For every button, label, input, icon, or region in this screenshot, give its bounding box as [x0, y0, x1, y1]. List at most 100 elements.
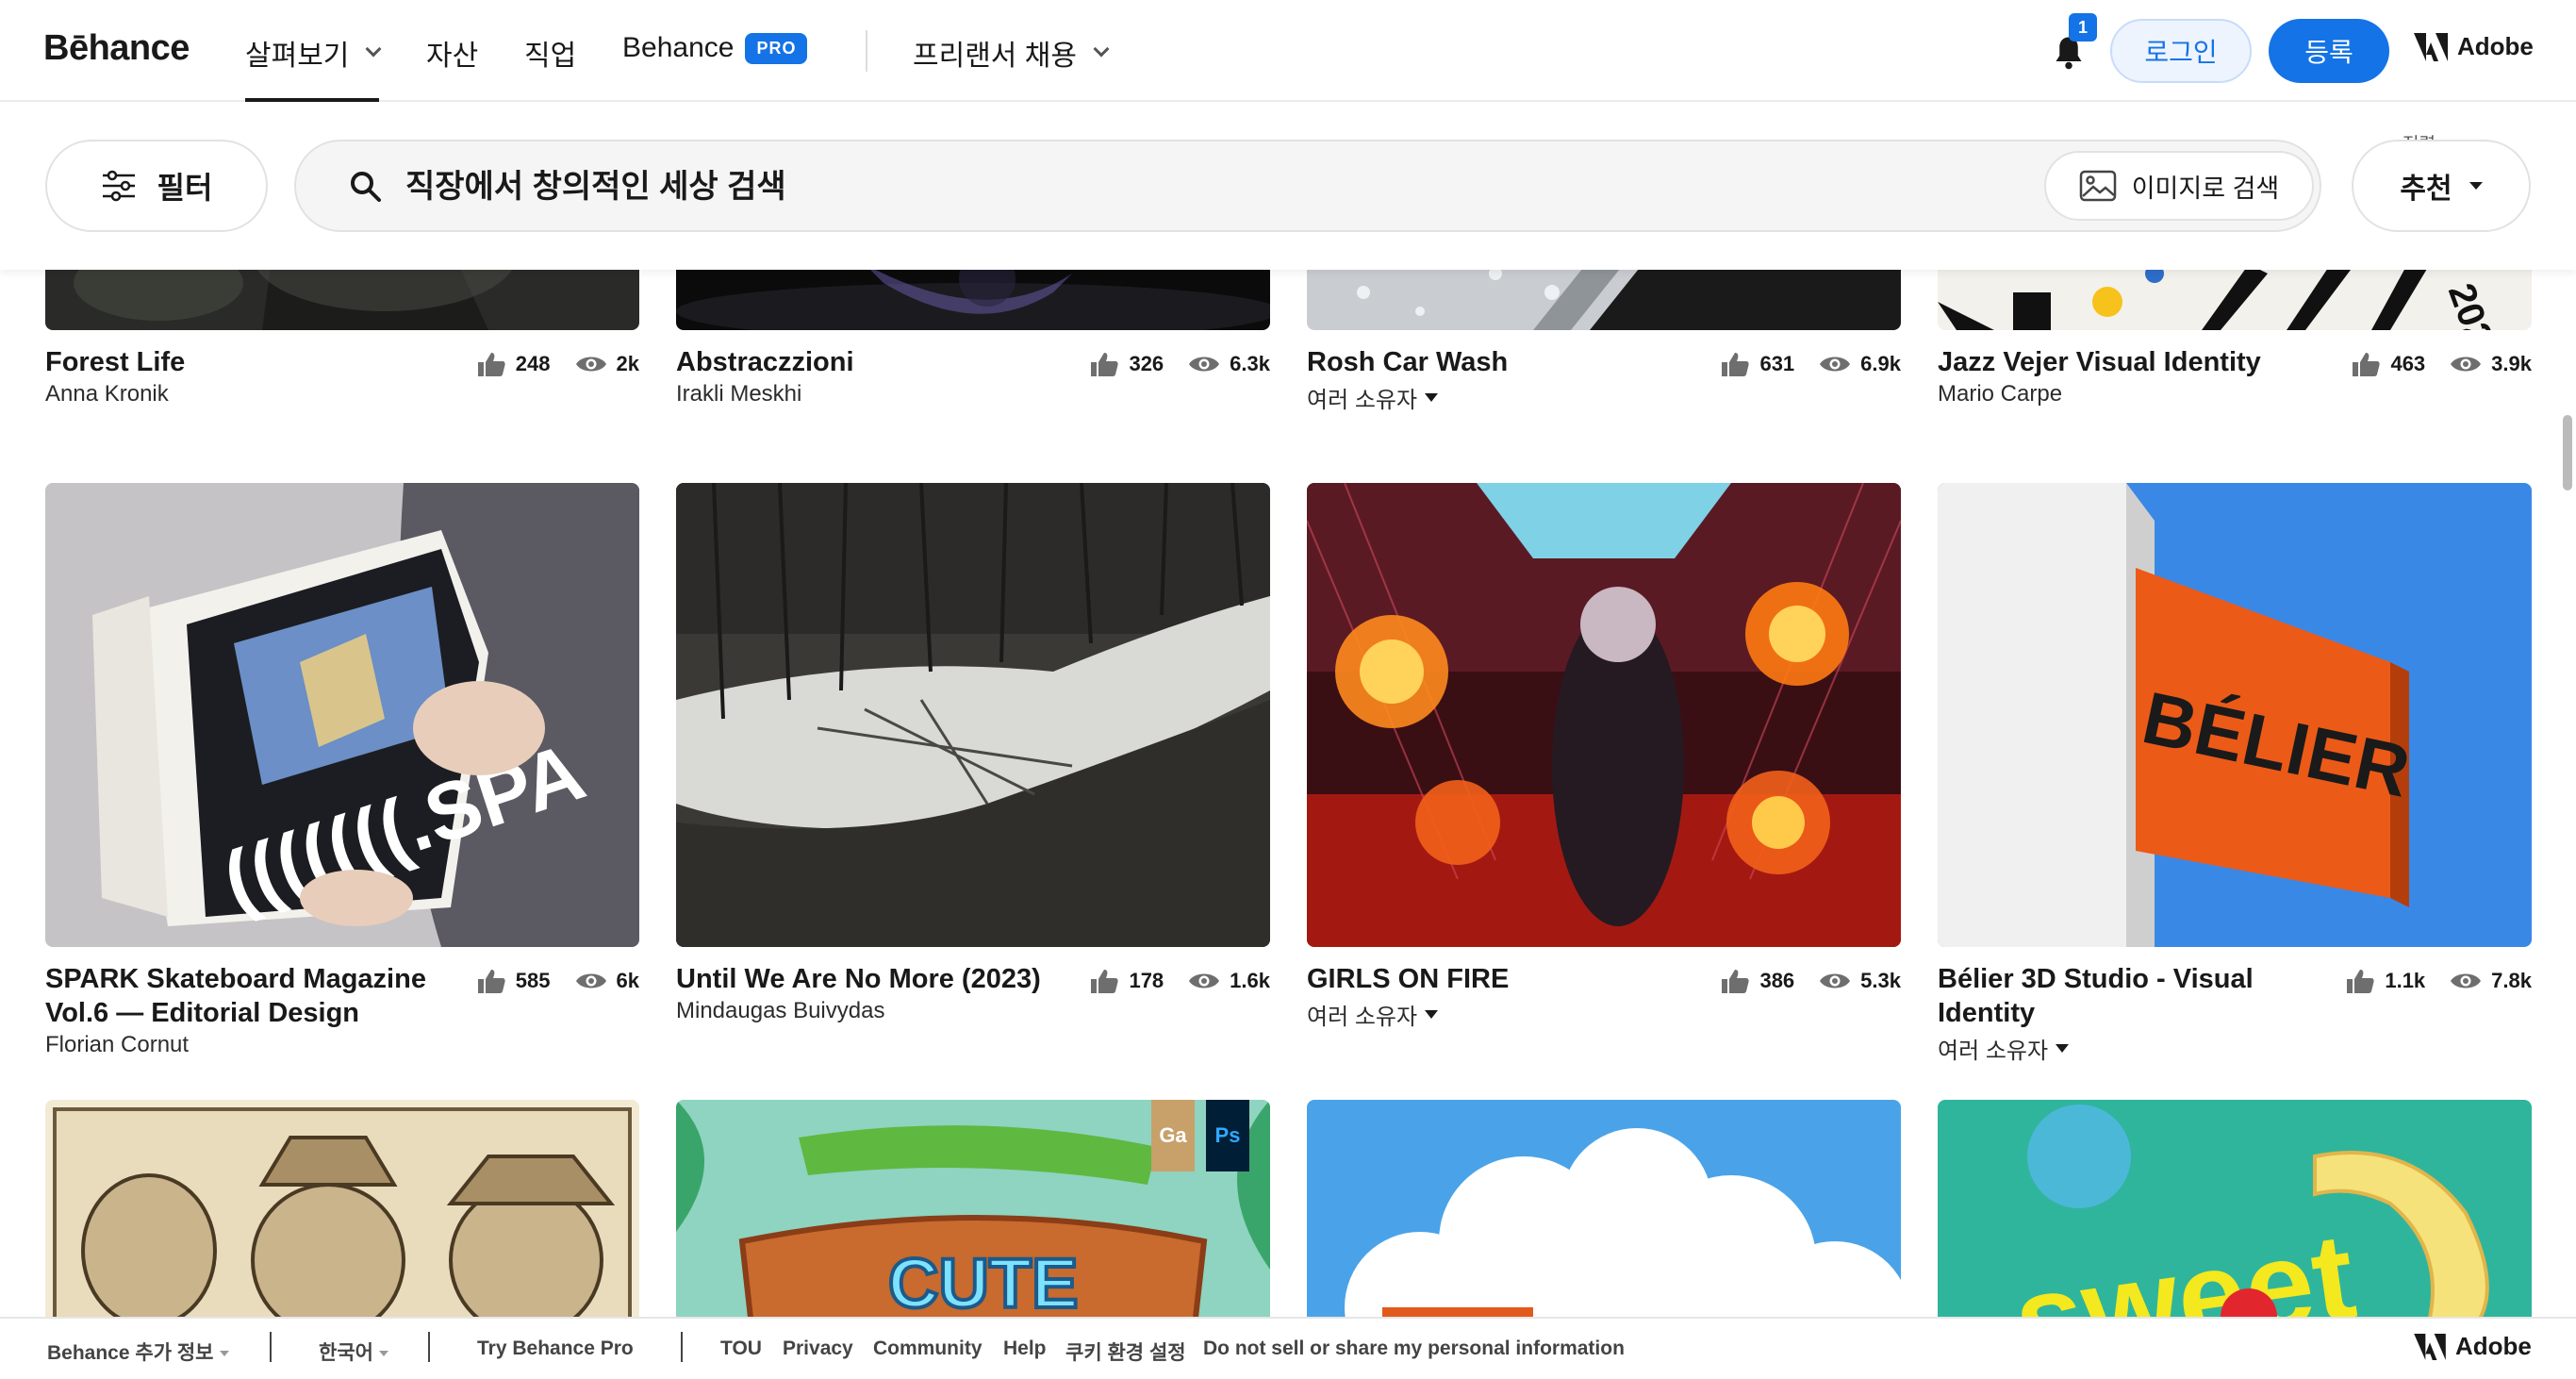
eye-icon: [2451, 357, 2482, 372]
project-stats: 463 3.9k: [2351, 351, 2532, 377]
nav-assets[interactable]: 자산: [426, 32, 478, 74]
project-title[interactable]: Rosh Car Wash: [1307, 345, 1508, 379]
project-stats: 178 1.6k: [1089, 968, 1270, 994]
project-title[interactable]: Abstraczzioni: [676, 345, 854, 379]
project-thumbnail[interactable]: (((((((.SPA: [45, 483, 639, 947]
likes-stat: 386: [1720, 968, 1794, 994]
footer-adobe-link[interactable]: Adobe: [2414, 1332, 2532, 1361]
project-thumbnail[interactable]: [1307, 1100, 1901, 1326]
project-image: sweet: [1938, 1100, 2532, 1326]
likes-stat: 631: [1720, 351, 1794, 377]
likes-count: 386: [1759, 969, 1795, 992]
eye-icon: [2451, 973, 2482, 989]
project-owner[interactable]: Mindaugas Buivydas: [676, 998, 884, 1024]
project-thumbnail[interactable]: sweet: [1938, 1100, 2532, 1326]
project-thumbnail[interactable]: [1307, 483, 1901, 947]
project-owner-dropdown[interactable]: 여러 소유자: [1307, 998, 1439, 1031]
login-button[interactable]: 로그인: [2110, 19, 2252, 83]
footer-adobe-label: Adobe: [2455, 1332, 2532, 1360]
behance-logo[interactable]: Bēhance: [43, 28, 190, 69]
project-thumbnail[interactable]: [45, 1100, 639, 1326]
likes-count: 1.1k: [2385, 969, 2426, 992]
project-owner[interactable]: Mario Carpe: [1938, 381, 2062, 407]
likes-stat: 585: [476, 968, 551, 994]
views-count: 6.9k: [1860, 352, 1901, 375]
project-owner-dropdown[interactable]: 여러 소유자: [1307, 381, 1439, 414]
search-icon: [351, 172, 381, 202]
eye-icon: [1820, 973, 1851, 989]
project-title[interactable]: Jazz Vejer Visual Identity: [1938, 345, 2261, 379]
eye-icon: [1189, 357, 1220, 372]
views-stat: 5.3k: [1819, 969, 1901, 993]
footer-link-help[interactable]: Help: [1003, 1337, 1047, 1360]
signup-button[interactable]: 등록: [2269, 19, 2389, 83]
project-thumbnail[interactable]: BÉLIER: [1938, 483, 2532, 947]
footer-language-select[interactable]: 한국어: [319, 1337, 388, 1366]
footer-try-pro-link[interactable]: Try Behance Pro: [477, 1337, 634, 1360]
likes-stat: 326: [1089, 351, 1164, 377]
notification-count-badge: 1: [2069, 13, 2097, 42]
sort-value: 추천: [2400, 174, 2452, 205]
pro-badge: PRO: [745, 32, 808, 64]
nav-hire-label: 프리랜서 채용: [913, 41, 1077, 72]
views-count: 2k: [616, 352, 639, 375]
footer-link-do-not-sell[interactable]: Do not sell or share my personal informa…: [1203, 1337, 1625, 1360]
caret-down-icon: [2469, 182, 2483, 190]
project-image: [1307, 1100, 1901, 1326]
project-stats: 631 6.9k: [1720, 351, 1901, 377]
project-title[interactable]: Bélier 3D Studio - Visual Identity: [1938, 962, 2254, 1030]
project-thumbnail[interactable]: CUTE Ga Ps: [676, 1100, 1270, 1326]
views-count: 5.3k: [1860, 969, 1901, 992]
project-thumbnail[interactable]: [676, 483, 1270, 947]
image-search-button[interactable]: 이미지로 검색: [2044, 151, 2314, 221]
adobe-link[interactable]: Adobe: [2414, 32, 2534, 61]
nav-behance-pro[interactable]: Behance PRO: [622, 32, 808, 64]
image-icon: [2079, 170, 2116, 202]
project-owner[interactable]: Anna Kronik: [45, 381, 169, 407]
eye-icon: [1820, 357, 1851, 372]
project-stats: 1.1k 7.8k: [2345, 968, 2532, 994]
project-title[interactable]: Forest Life: [45, 345, 185, 379]
project-owner[interactable]: Irakli Meskhi: [676, 381, 801, 407]
cute-sign-text: CUTE: [888, 1244, 1078, 1322]
project-image: [676, 483, 1270, 947]
thumbs-up-icon: [477, 353, 505, 376]
tool-badge-label: Ps: [1214, 1123, 1241, 1147]
project-stats: 585 6k: [476, 968, 639, 994]
page-scrollbar[interactable]: [2563, 415, 2572, 490]
project-title[interactable]: SPARK Skateboard Magazine Vol.6 — Editor…: [45, 962, 426, 1030]
owner-name: Mario Carpe: [1938, 381, 2063, 407]
owner-name: Mindaugas Buivydas: [676, 998, 885, 1023]
views-stat: 6k: [575, 969, 639, 993]
footer-link-tou[interactable]: TOU: [720, 1337, 762, 1360]
filter-button[interactable]: 필터: [45, 140, 268, 232]
likes-count: 463: [2390, 352, 2426, 375]
thumbs-up-icon: [1722, 970, 1750, 993]
tool-badge-label: Ga: [1159, 1123, 1187, 1147]
search-input[interactable]: [405, 160, 2008, 213]
views-count: 6k: [616, 969, 639, 992]
likes-stat: 248: [476, 351, 551, 377]
thumbs-up-icon: [1091, 970, 1119, 993]
footer-link-community[interactable]: Community: [873, 1337, 983, 1360]
project-owner-dropdown[interactable]: 여러 소유자: [1938, 1032, 2070, 1065]
footer-more-info[interactable]: Behance 추가 정보: [47, 1337, 229, 1366]
sort-dropdown[interactable]: 추천: [2352, 140, 2531, 232]
project-title-line: Bélier 3D Studio - Visual: [1938, 964, 2254, 994]
search-toolbar: 필터 이미지로 검색 정렬 추천: [0, 102, 2576, 270]
project-title-line: Identity: [1938, 998, 2036, 1028]
search-field[interactable]: 이미지로 검색: [294, 140, 2321, 232]
footer-divider: [270, 1332, 272, 1362]
footer-link-privacy[interactable]: Privacy: [783, 1337, 853, 1360]
likes-count: 585: [515, 969, 551, 992]
nav-explore[interactable]: 살펴보기: [245, 32, 382, 102]
nav-hire-freelancers[interactable]: 프리랜서 채용: [913, 32, 1110, 74]
project-title[interactable]: GIRLS ON FIRE: [1307, 962, 1509, 996]
nav-jobs[interactable]: 직업: [524, 32, 576, 74]
footer-link-cookie-settings[interactable]: 쿠키 환경 설정: [1065, 1337, 1186, 1366]
project-owner[interactable]: Florian Cornut: [45, 1032, 189, 1058]
image-search-label: 이미지로 검색: [2131, 174, 2280, 203]
owner-name: Florian Cornut: [45, 1032, 190, 1057]
project-stats: 248 2k: [476, 351, 639, 377]
project-title[interactable]: Until We Are No More (2023): [676, 962, 1041, 996]
